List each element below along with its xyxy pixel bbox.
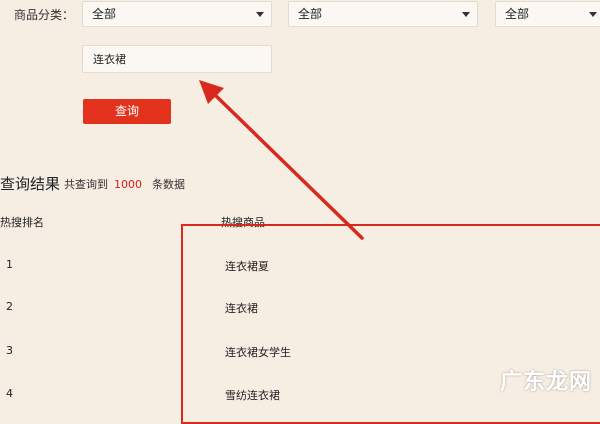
row-rank: 2 [6,300,13,313]
category-select-1[interactable]: 全部 [82,1,272,27]
results-title: 查询结果 [0,175,61,193]
results-summary-suffix: 条数据 [152,178,185,191]
category-select-3-value: 全部 [505,7,530,21]
category-select-2[interactable]: 全部 [288,1,478,27]
category-select-1-value: 全部 [92,7,117,21]
keyword-search-input[interactable] [82,45,272,73]
query-button[interactable]: 查询 [83,99,171,124]
results-count: 1000 [114,178,142,191]
results-summary: 共查询到 1000 条数据 [64,176,185,192]
chevron-down-icon [589,12,597,17]
category-filter-label: 商品分类： [14,8,75,22]
watermark-logo: 广东龙网 [499,370,592,395]
chevron-down-icon [462,12,470,17]
row-rank: 1 [6,258,13,271]
category-select-3[interactable]: 全部 [495,1,600,27]
results-summary-prefix: 共查询到 [64,178,108,191]
row-rank: 4 [6,387,13,400]
category-select-2-value: 全部 [298,7,323,21]
row-rank: 3 [6,344,13,357]
column-header-rank: 热搜排名 [0,216,44,229]
chevron-down-icon [256,12,264,17]
